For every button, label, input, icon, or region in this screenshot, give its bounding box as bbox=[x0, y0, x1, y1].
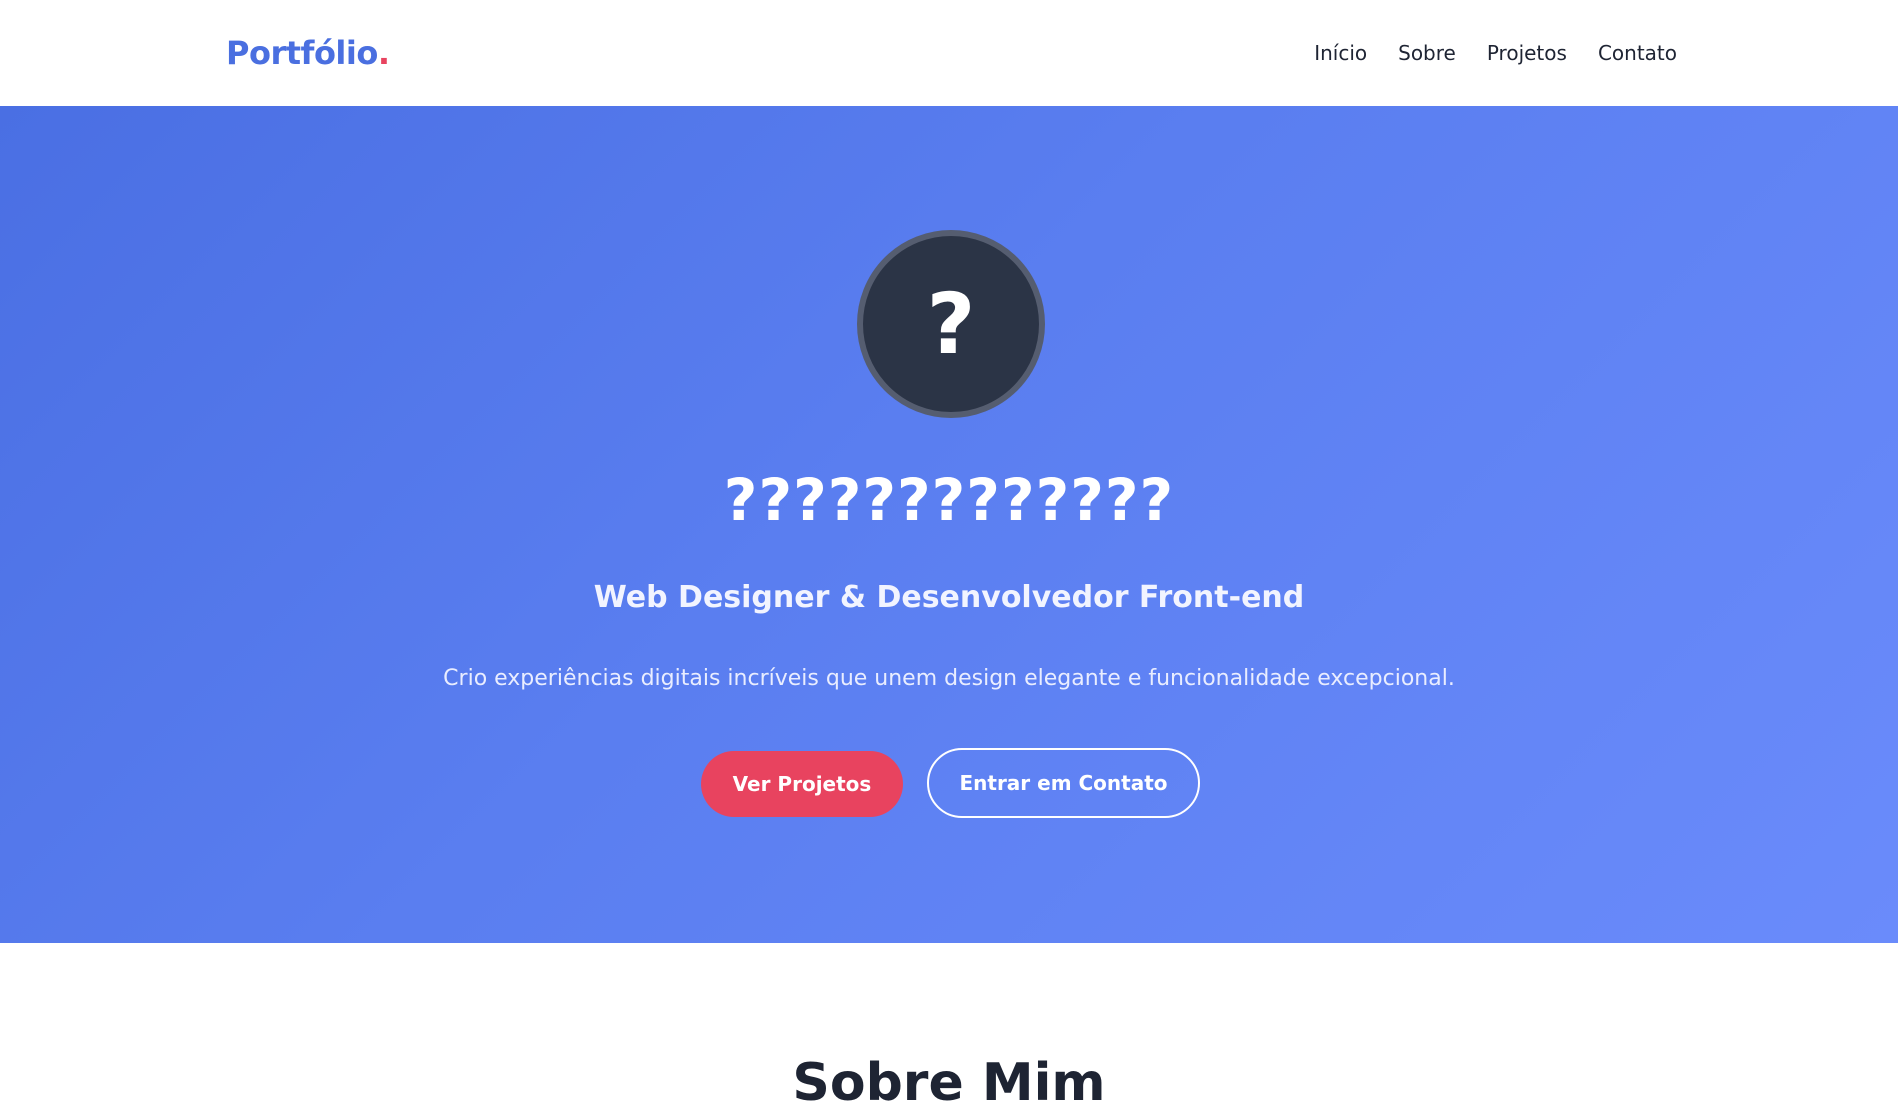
logo-dot: . bbox=[377, 34, 390, 72]
hero-title: ????????????? bbox=[723, 466, 1175, 534]
nav-links: Início Sobre Projetos Contato bbox=[1314, 0, 1677, 106]
hero-subtitle: Web Designer & Desenvolvedor Front-end bbox=[593, 580, 1305, 615]
nav-link-sobre[interactable]: Sobre bbox=[1398, 41, 1456, 65]
hero-section: ? ????????????? Web Designer & Desenvolv… bbox=[0, 106, 1898, 943]
logo-text: Portfólio bbox=[226, 34, 378, 72]
nav-link-inicio[interactable]: Início bbox=[1314, 41, 1367, 65]
logo[interactable]: Portfólio. bbox=[226, 34, 390, 72]
ver-projetos-button[interactable]: Ver Projetos bbox=[701, 751, 903, 817]
navbar: Portfólio. Início Sobre Projetos Contato bbox=[0, 0, 1898, 106]
nav-link-projetos[interactable]: Projetos bbox=[1487, 41, 1567, 65]
avatar-placeholder-icon: ? bbox=[926, 275, 976, 373]
hero-description: Crio experiências digitais incríveis que… bbox=[443, 666, 1455, 691]
about-title: Sobre Mim bbox=[792, 1053, 1106, 1113]
entrar-em-contato-button[interactable]: Entrar em Contato bbox=[927, 748, 1200, 818]
nav-link-contato[interactable]: Contato bbox=[1598, 41, 1677, 65]
about-section: Sobre Mim bbox=[0, 943, 1898, 1113]
avatar: ? bbox=[857, 230, 1045, 418]
